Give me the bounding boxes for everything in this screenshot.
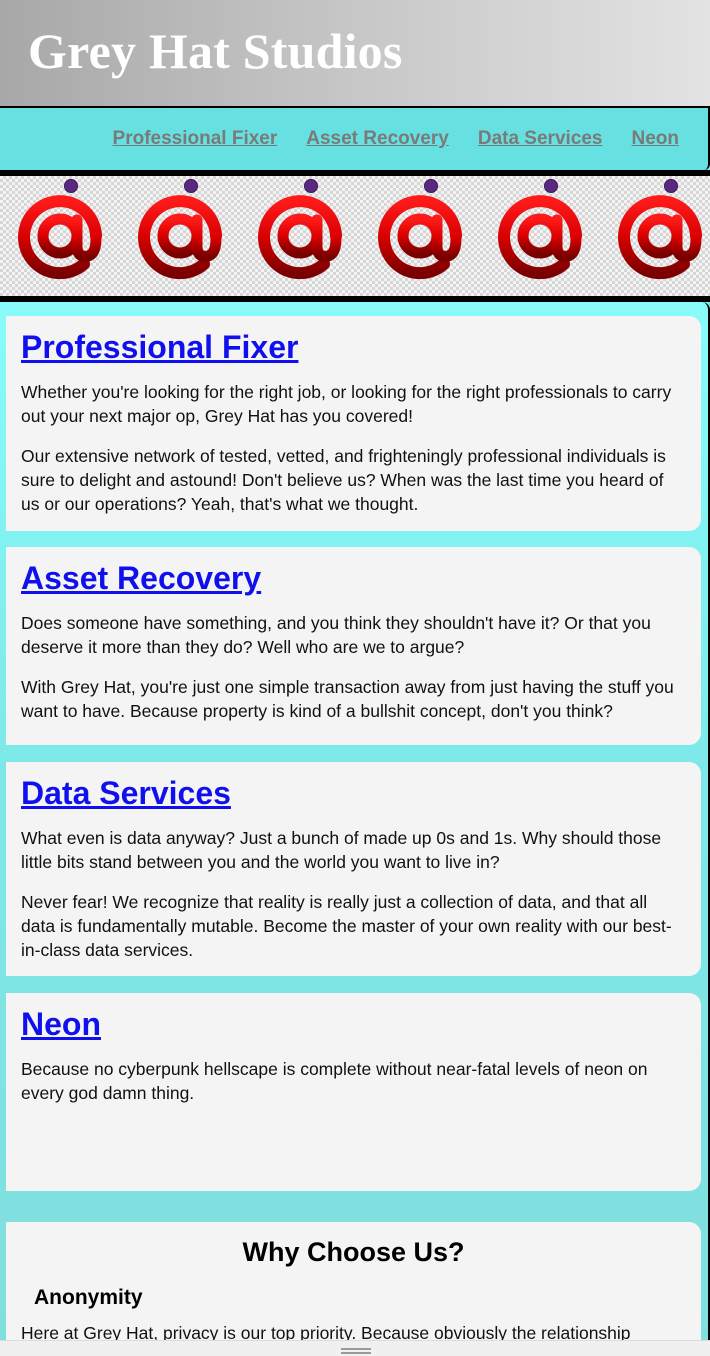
why-choose-us-heading: Why Choose Us?: [242, 1237, 465, 1267]
service-title-link[interactable]: Professional Fixer: [21, 328, 298, 366]
service-card-data-services: Data Services What even is data anyway? …: [6, 762, 701, 976]
at-sign-icon: [240, 176, 360, 296]
at-sign-icon: [600, 176, 710, 296]
nav-link-asset-recovery[interactable]: Asset Recovery: [306, 128, 449, 150]
service-paragraph: Our extensive network of tested, vetted,…: [21, 446, 666, 514]
service-title-link[interactable]: Data Services: [21, 774, 231, 812]
nav-link-professional-fixer[interactable]: Professional Fixer: [113, 128, 278, 150]
at-sign-icon: [480, 176, 600, 296]
nav-link-data-services[interactable]: Data Services: [478, 128, 603, 150]
service-paragraph: With Grey Hat, you're just one simple tr…: [21, 677, 674, 721]
at-sign-icon: [120, 176, 240, 296]
site-header: Grey Hat Studios: [0, 0, 710, 108]
service-paragraph: Does someone have something, and you thi…: [21, 613, 651, 657]
why-choose-us-section: Why Choose Us? Anonymity Here at Grey Ha…: [6, 1222, 701, 1356]
main-content: Professional Fixer Whether you're lookin…: [0, 302, 710, 1356]
at-sign-banner: [0, 176, 710, 296]
navbar: Professional Fixer Asset Recovery Data S…: [0, 108, 710, 170]
service-title-link[interactable]: Asset Recovery: [21, 559, 261, 597]
bottom-scroll-handle[interactable]: [0, 1340, 710, 1356]
service-paragraph: What even is data anyway? Just a bunch o…: [21, 828, 662, 872]
service-paragraph: Never fear! We recognize that reality is…: [21, 892, 672, 960]
service-title-link[interactable]: Neon: [21, 1005, 101, 1043]
drag-handle-icon: [341, 1348, 371, 1354]
nav-link-neon[interactable]: Neon: [632, 128, 680, 150]
anonymity-heading: Anonymity: [34, 1286, 143, 1309]
service-paragraph: Because no cyberpunk hellscape is comple…: [21, 1059, 648, 1103]
service-paragraph: Whether you're looking for the right job…: [21, 382, 672, 426]
at-sign-icon: [0, 176, 120, 296]
service-card-neon: Neon Because no cyberpunk hellscape is c…: [6, 993, 701, 1191]
site-title: Grey Hat Studios: [28, 23, 403, 79]
at-sign-icon: [360, 176, 480, 296]
service-card-professional-fixer: Professional Fixer Whether you're lookin…: [6, 316, 701, 531]
service-card-asset-recovery: Asset Recovery Does someone have somethi…: [6, 547, 701, 745]
